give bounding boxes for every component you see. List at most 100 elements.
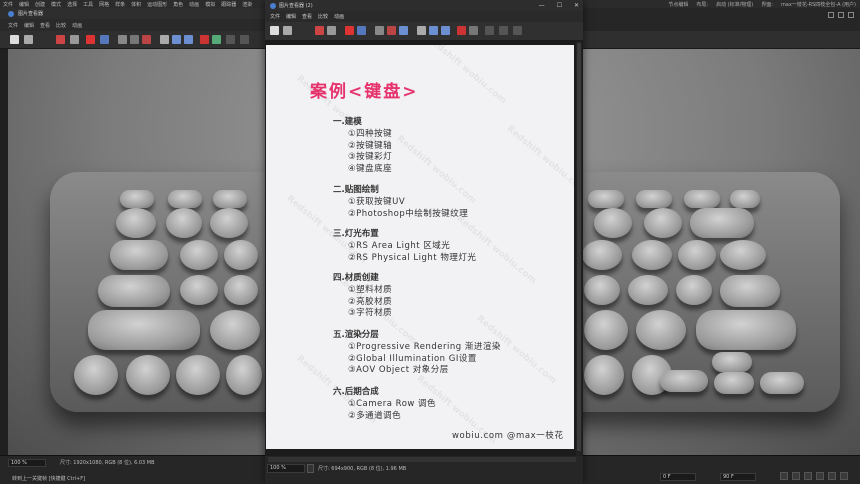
main-menu-item-6[interactable]: 网格 (99, 1, 109, 8)
keycap (168, 190, 202, 208)
channel-icon[interactable] (100, 35, 109, 44)
zoom-dropdown-icon[interactable] (307, 464, 314, 473)
keycap (660, 370, 708, 392)
panel-icon[interactable] (828, 12, 834, 18)
main-menu-item-2[interactable]: 创建 (35, 1, 45, 8)
bg-menu-item-4[interactable]: 动画 (72, 22, 82, 29)
render-icon[interactable] (70, 35, 79, 44)
stop-icon[interactable] (345, 26, 354, 35)
frame-start-field[interactable]: 0 F (660, 473, 696, 481)
keycap (210, 310, 260, 350)
viewer-menu-item-1[interactable]: 编辑 (286, 13, 296, 20)
section-heading: 一.建模 (333, 117, 362, 127)
main-menu-item-5[interactable]: 工具 (83, 1, 93, 8)
render-icon[interactable] (327, 26, 336, 35)
settings-icon[interactable] (848, 12, 854, 18)
go-start-icon[interactable] (780, 472, 788, 480)
viewer-menu-item-4[interactable]: 动画 (334, 13, 344, 20)
main-menu-item-8[interactable]: 体积 (131, 1, 141, 8)
main-menu-item-11[interactable]: 动画 (189, 1, 199, 8)
main-menu-item-1[interactable]: 编辑 (19, 1, 29, 8)
keycap (224, 240, 258, 270)
grid-icon[interactable] (226, 35, 235, 44)
render-region-icon[interactable] (56, 35, 65, 44)
compare-a-icon[interactable] (118, 35, 127, 44)
keycap (712, 352, 752, 372)
main-menu-item-10[interactable]: 角色 (173, 1, 183, 8)
layout-indicators: 节点编辑 布局: 启动 (标准/物理) 界面: max一枝花-RS四枝全包-A (用户) (668, 0, 856, 8)
render-region-icon[interactable] (315, 26, 324, 35)
viewer-titlebar[interactable]: 图片查看器 (2) — ☐ ✕ (265, 0, 583, 11)
keycap (74, 355, 118, 395)
split-icon[interactable] (172, 35, 181, 44)
main-menu-item-4[interactable]: 选择 (67, 1, 77, 8)
filter-icon[interactable] (399, 26, 408, 35)
main-menu-item-14[interactable]: 渲染 (242, 1, 252, 8)
main-menu-item-9[interactable]: 运动图形 (147, 1, 167, 8)
grid-icon[interactable] (485, 26, 494, 35)
minimize-button[interactable]: — (539, 2, 545, 9)
bg-zoom-field[interactable]: 100 % (8, 459, 46, 467)
compare-icon[interactable] (375, 26, 384, 35)
keycap (226, 355, 262, 395)
main-menu-item-13[interactable]: 跟踪器 (221, 1, 236, 8)
stop-icon[interactable] (86, 35, 95, 44)
viewer-panel-icons (828, 12, 854, 18)
color-icon[interactable] (200, 35, 209, 44)
palette-icon[interactable] (212, 35, 221, 44)
keycap (584, 355, 624, 395)
viewer-zoom-field[interactable]: 100 % (267, 464, 305, 473)
split-icon[interactable] (429, 26, 438, 35)
keycap (584, 275, 620, 305)
viewer-menu-item-0[interactable]: 文件 (270, 13, 280, 20)
horizontal-scrollbar[interactable] (268, 457, 576, 462)
main-menu-item-7[interactable]: 样条 (115, 1, 125, 8)
layout-icon[interactable] (240, 35, 249, 44)
play-icon[interactable] (804, 472, 812, 480)
section-item: ①Progressive Rendering 渐进渲染 (348, 342, 501, 352)
compare-b-icon[interactable] (130, 35, 139, 44)
main-menu-item-12[interactable]: 模拟 (205, 1, 215, 8)
histogram-icon[interactable] (417, 26, 426, 35)
palette-icon[interactable] (469, 26, 478, 35)
viewer-menu-item-3[interactable]: 比较 (318, 13, 328, 20)
bg-menu-item-2[interactable]: 查看 (40, 22, 50, 29)
color-icon[interactable] (457, 26, 466, 35)
histogram-icon[interactable] (160, 35, 169, 44)
frame-end-field[interactable]: 90 F (720, 473, 756, 481)
save-icon[interactable] (283, 26, 292, 35)
split-vertical-icon[interactable] (184, 35, 193, 44)
viewer-menu-item-2[interactable]: 查看 (302, 13, 312, 20)
viewer-size-info: 尺寸: 694x900, RGB (8 位), 1.96 MB (318, 466, 407, 472)
section-heading: 二.贴图绘制 (333, 185, 379, 195)
prev-frame-icon[interactable] (792, 472, 800, 480)
layout-toggle-icon[interactable] (499, 26, 508, 35)
maximize-button[interactable]: ☐ (557, 2, 562, 9)
doc-footer: wobiu.com @max一枝花 (452, 431, 564, 441)
scroll-thumb[interactable] (577, 43, 581, 451)
bg-menu-item-1[interactable]: 编辑 (24, 22, 34, 29)
save-icon[interactable] (10, 35, 19, 44)
go-end-icon[interactable] (828, 472, 836, 480)
main-menu-item-0[interactable]: 文件 (3, 1, 13, 8)
open-icon[interactable] (270, 26, 279, 35)
keycap (98, 275, 170, 307)
split-vertical-icon[interactable] (441, 26, 450, 35)
next-frame-icon[interactable] (816, 472, 824, 480)
main-menu-item-3[interactable]: 模式 (51, 1, 61, 8)
ab-compare-icon[interactable] (387, 26, 396, 35)
close-button[interactable]: ✕ (574, 2, 579, 9)
vertical-scrollbar[interactable] (576, 41, 582, 456)
save-as-icon[interactable] (24, 35, 33, 44)
keycap (678, 240, 716, 270)
bg-menu-item-3[interactable]: 比较 (56, 22, 66, 29)
app-icon (8, 10, 14, 17)
loop-icon[interactable] (840, 472, 848, 480)
keycap (730, 190, 760, 208)
layout-icon[interactable] (838, 12, 844, 18)
filter-icon[interactable] (142, 35, 151, 44)
bg-menu-item-0[interactable]: 文件 (8, 22, 18, 29)
extra-icon[interactable] (513, 26, 522, 35)
channel-icon[interactable] (357, 26, 366, 35)
top-right-label-3: 界面: (761, 1, 773, 8)
